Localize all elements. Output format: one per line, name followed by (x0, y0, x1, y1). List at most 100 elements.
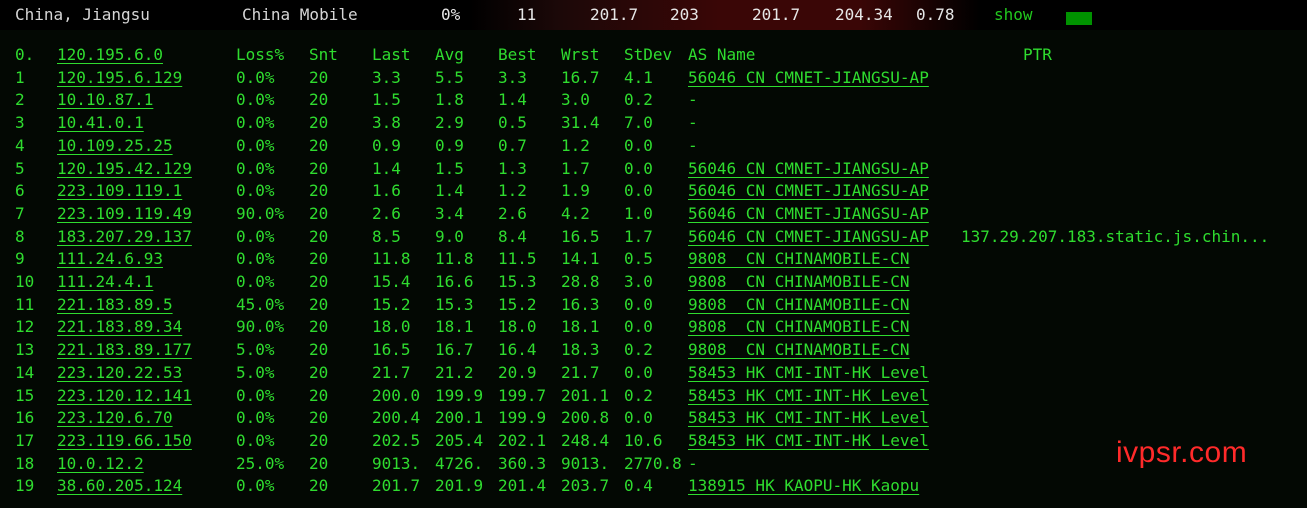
hop-host[interactable]: 38.60.205.124 (57, 475, 182, 497)
hop-last: 202.5 (372, 430, 421, 450)
hop-loss: 0.0% (236, 249, 275, 269)
hop-snt: 20 (309, 181, 329, 201)
hop-host[interactable]: 221.183.89.5 (57, 294, 173, 316)
hop-best: 199.9 (498, 408, 547, 428)
hop-wrst: 200.8 (561, 408, 610, 428)
hop-wrst: 18.3 (561, 340, 600, 360)
hop-snt: 20 (309, 226, 329, 246)
hop-last: 15.4 (372, 272, 411, 291)
hop-stdev: 0.0 (624, 294, 653, 314)
hop-best: 3.3 (498, 67, 527, 87)
mtr-results-panel: 0. 120.195.6.0 Loss% Snt Last Avg Best Wrst StDe… (0, 30, 1307, 508)
hop-as-link[interactable]: 58453 HK CMI-INT-HK Level (688, 407, 929, 429)
hop-loss: 5.0% (236, 340, 275, 360)
hop-loss: 0.0% (236, 430, 275, 450)
hop-avg: 1.8 (435, 90, 464, 110)
hop-as-link[interactable]: 58453 HK CMI-INT-HK Level (688, 430, 929, 452)
hop-host[interactable]: 10.0.12.2 (57, 453, 144, 475)
hop-host[interactable]: 223.109.119.1 (57, 180, 182, 202)
hop-host[interactable]: 183.207.29.137 (57, 226, 192, 248)
hop-best: 202.1 (498, 430, 547, 450)
hop-as-link[interactable]: 9808 CN CHINAMOBILE-CN (688, 248, 910, 270)
hop-best: 1.4 (498, 90, 527, 110)
hop-snt: 20 (309, 385, 329, 405)
hop-stdev: 0.4 (624, 476, 653, 496)
hop-host[interactable]: 120.195.6.129 (57, 67, 182, 89)
hop-wrst: 16.5 (561, 226, 600, 246)
hop-as-link[interactable]: 9808 CN CHINAMOBILE-CN (688, 339, 910, 361)
hop-loss: 0.0% (236, 90, 275, 110)
hop-wrst: 18.1 (561, 317, 600, 337)
hop-last: 21.7 (372, 362, 411, 382)
hop-as-link[interactable]: 56046 CN CMNET-JIANGSU-AP (688, 67, 929, 89)
hop-loss: 0.0% (236, 476, 275, 496)
hop-host[interactable]: 223.120.6.70 (57, 407, 173, 429)
hop-n: 14 (15, 362, 35, 382)
hop-loss: 0.0% (236, 67, 275, 87)
hop-as-link[interactable]: 138915 HK KAOPU-HK Kaopu (688, 475, 919, 497)
header-wrst: Wrst (561, 45, 600, 64)
hop-last: 9013. (372, 453, 421, 473)
hop-avg: 5.5 (435, 67, 464, 87)
hop-loss: 0.0% (236, 158, 275, 178)
hop-host[interactable]: 111.24.6.93 (57, 248, 163, 270)
header-host[interactable]: 120.195.6.0 (57, 44, 163, 66)
hop-host[interactable]: 223.119.66.150 (57, 430, 192, 452)
hop-host[interactable]: 111.24.4.1 (57, 271, 153, 293)
hop-n: 18 (15, 453, 35, 473)
hop-stdev: 4.1 (624, 67, 653, 87)
hop-as-link[interactable]: 56046 CN CMNET-JIANGSU-AP (688, 158, 929, 180)
hop-as-link[interactable]: 56046 CN CMNET-JIANGSU-AP (688, 226, 929, 248)
hop-n: 4 (15, 135, 25, 155)
hop-last: 201.7 (372, 476, 421, 496)
hop-as-link[interactable]: 9808 CN CHINAMOBILE-CN (688, 271, 910, 293)
hop-avg: 15.3 (435, 294, 474, 314)
hop-best: 0.7 (498, 135, 527, 155)
hop-snt: 20 (309, 430, 329, 450)
hop-host[interactable]: 10.41.0.1 (57, 112, 144, 134)
hop-best: 2.6 (498, 203, 527, 223)
hop-stdev: 0.0 (624, 158, 653, 178)
hop-host[interactable]: 10.109.25.25 (57, 135, 173, 157)
hop-last: 200.4 (372, 408, 421, 428)
hop-n: 7 (15, 203, 25, 223)
summary-stdev: 0.78 (916, 5, 955, 24)
hop-host[interactable]: 120.195.42.129 (57, 158, 192, 180)
hop-host[interactable]: 223.120.22.53 (57, 362, 182, 384)
hop-loss: 0.0% (236, 272, 275, 291)
hop-snt: 20 (309, 272, 329, 291)
hop-host[interactable]: 221.183.89.177 (57, 339, 192, 361)
hop-host[interactable]: 10.10.87.1 (57, 89, 153, 111)
hop-avg: 199.9 (435, 385, 484, 405)
hop-snt: 20 (309, 340, 329, 360)
hop-as-link[interactable]: 56046 CN CMNET-JIANGSU-AP (688, 180, 929, 202)
hop-as-link[interactable]: 9808 CN CHINAMOBILE-CN (688, 294, 910, 316)
hop-as-link[interactable]: 56046 CN CMNET-JIANGSU-AP (688, 203, 929, 225)
hop-as-link: - (688, 90, 698, 110)
header-loss: Loss% (236, 45, 285, 64)
hop-avg: 4726. (435, 453, 484, 473)
hop-as-link[interactable]: 58453 HK CMI-INT-HK Level (688, 362, 929, 384)
hop-avg: 1.5 (435, 158, 464, 178)
hop-n: 10 (15, 272, 35, 291)
hop-avg: 11.8 (435, 249, 474, 269)
hop-stdev: 2770.8 (624, 453, 682, 473)
hop-as-link: - (688, 135, 698, 155)
hop-stdev: 0.2 (624, 90, 653, 110)
hop-host[interactable]: 223.120.12.141 (57, 385, 192, 407)
hop-as-link[interactable]: 58453 HK CMI-INT-HK Level (688, 385, 929, 407)
hop-host[interactable]: 223.109.119.49 (57, 203, 192, 225)
hop-wrst: 201.1 (561, 385, 610, 405)
hop-as-link[interactable]: 9808 CN CHINAMOBILE-CN (688, 316, 910, 338)
watermark-logo: ivpsr.com (1116, 436, 1248, 469)
hop-loss: 90.0% (236, 203, 285, 223)
hop-last: 200.0 (372, 385, 421, 405)
hop-avg: 16.6 (435, 272, 474, 291)
hop-best: 1.2 (498, 181, 527, 201)
status-indicator-bar (1066, 12, 1092, 25)
hop-host[interactable]: 221.183.89.34 (57, 316, 182, 338)
hop-n: 17 (15, 430, 35, 450)
hop-best: 18.0 (498, 317, 537, 337)
hop-stdev: 0.0 (624, 362, 653, 382)
show-details-link[interactable]: show (994, 5, 1033, 25)
